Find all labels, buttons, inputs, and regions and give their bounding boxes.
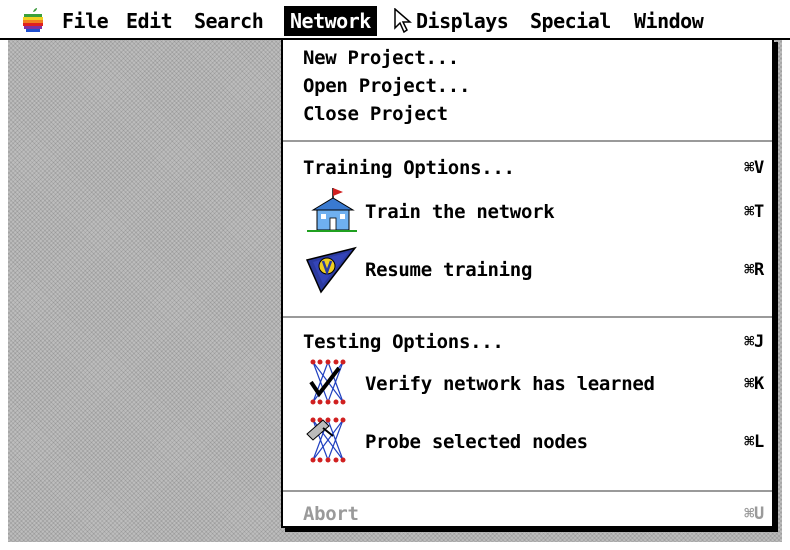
menu-item-label: New Project... [303, 47, 459, 69]
menu-item-shortcut: ⌘R [744, 260, 764, 280]
menu-item-label: Testing Options... [303, 331, 504, 353]
menu-item-shortcut: ⌘U [744, 504, 764, 524]
menu-item-resume-training[interactable]: Resume training ⌘R [303, 256, 764, 284]
menu-item-shortcut: ⌘T [744, 202, 764, 222]
menu-item-shortcut: ⌘L [744, 432, 764, 452]
menu-item-label: Open Project... [303, 75, 471, 97]
menu-separator [283, 140, 772, 142]
menu-separator [283, 316, 772, 318]
menu-item-verify-network[interactable]: Verify network has learned ⌘K [303, 370, 764, 398]
menu-item-label: Train the network [365, 201, 555, 223]
mouse-cursor-icon [394, 8, 412, 34]
menu-item-label: Close Project [303, 103, 448, 125]
menu-displays[interactable]: Displays [410, 6, 514, 36]
menu-item-open-project[interactable]: Open Project... [303, 72, 764, 100]
menu-special[interactable]: Special [524, 6, 617, 36]
menu-item-testing-options[interactable]: Testing Options... ⌘J [303, 328, 764, 356]
menu-item-label: Probe selected nodes [365, 431, 588, 453]
menu-file[interactable]: File [56, 6, 114, 36]
menu-item-new-project[interactable]: New Project... [303, 44, 764, 72]
menu-search[interactable]: Search [188, 6, 269, 36]
menu-item-close-project[interactable]: Close Project [303, 100, 764, 128]
menu-window[interactable]: Window [628, 6, 709, 36]
menu-item-label: Training Options... [303, 157, 515, 179]
menu-item-probe-nodes[interactable]: Probe selected nodes ⌘L [303, 428, 764, 456]
menu-network[interactable]: Network [284, 6, 377, 36]
menu-separator [283, 490, 772, 492]
menu-item-label: Verify network has learned [365, 373, 655, 395]
menu-item-training-options[interactable]: Training Options... ⌘V [303, 154, 764, 182]
network-menu-dropdown: New Project... Open Project... Close Pro… [281, 38, 774, 528]
menu-item-shortcut: ⌘V [744, 158, 764, 178]
menu-bar: File Edit Search Network Displays Specia… [0, 0, 790, 40]
menu-item-shortcut: ⌘J [744, 332, 764, 352]
menu-edit[interactable]: Edit [120, 6, 178, 36]
menu-item-train-network[interactable]: Train the network ⌘T [303, 198, 764, 226]
menu-item-abort[interactable]: Abort ⌘U [303, 500, 764, 528]
menu-item-shortcut: ⌘K [744, 374, 764, 394]
apple-menu-icon[interactable] [22, 8, 44, 32]
menu-item-label: Abort [303, 503, 359, 525]
menu-item-label: Resume training [365, 259, 533, 281]
